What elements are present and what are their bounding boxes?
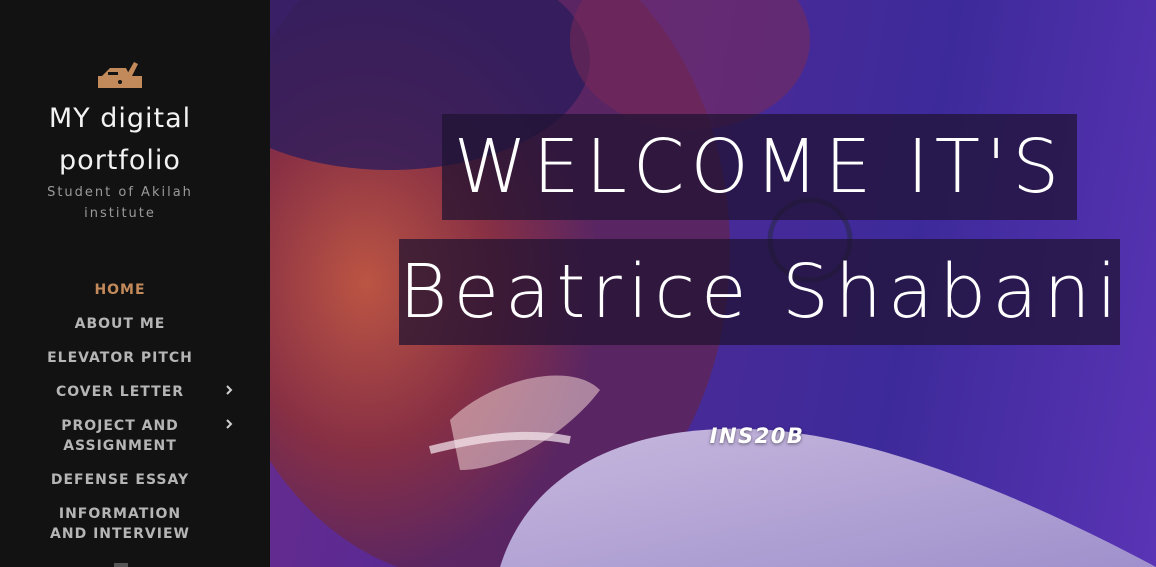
site-title[interactable]: MY digital portfolio	[0, 98, 240, 182]
nav-item-information-and-interview[interactable]: INFORMATION AND INTERVIEW	[0, 502, 240, 556]
nav-item-label: ABOUT ME	[74, 316, 166, 332]
chevron-right-icon[interactable]	[222, 383, 236, 397]
hero-heading-line-2: Beatrice Shabani	[399, 239, 1120, 345]
hero-subtitle: INS20B	[709, 424, 805, 448]
nav-item-about-me[interactable]: ABOUT ME	[0, 312, 240, 346]
hero-heading-line-1: WELCOME IT'S	[442, 114, 1077, 220]
nav-item-label: INFORMATION AND INTERVIEW	[50, 506, 190, 542]
main-nav: HOME ABOUT ME ELEVATOR PITCH COVER LETTE…	[0, 278, 270, 556]
nav-item-label: HOME	[94, 282, 146, 298]
nav-item-project-and-assignment[interactable]: PROJECT AND ASSIGNMENT	[0, 414, 240, 468]
sidebar: MY digital portfolio Student of Akilah i…	[0, 0, 270, 567]
site-tagline: Student of Akilah institute	[47, 185, 193, 221]
nav-item-label: COVER LETTER	[55, 384, 185, 400]
nav-item-elevator-pitch[interactable]: ELEVATOR PITCH	[0, 346, 240, 380]
page: MY digital portfolio Student of Akilah i…	[0, 0, 1156, 567]
nav-item-label: DEFENSE ESSAY	[50, 472, 190, 488]
hero-banner: WELCOME IT'S Beatrice Shabani INS20B	[270, 0, 1156, 567]
nav-item-defense-essay[interactable]: DEFENSE ESSAY	[0, 468, 240, 502]
hand-plane-icon[interactable]	[96, 56, 146, 92]
nav-item-home[interactable]: HOME	[0, 278, 240, 312]
nav-more-indicator	[114, 563, 128, 567]
nav-item-label: ELEVATOR PITCH	[47, 350, 193, 366]
nav-item-label: PROJECT AND ASSIGNMENT	[61, 418, 179, 454]
chevron-right-icon[interactable]	[222, 417, 236, 431]
nav-item-cover-letter[interactable]: COVER LETTER	[0, 380, 240, 414]
